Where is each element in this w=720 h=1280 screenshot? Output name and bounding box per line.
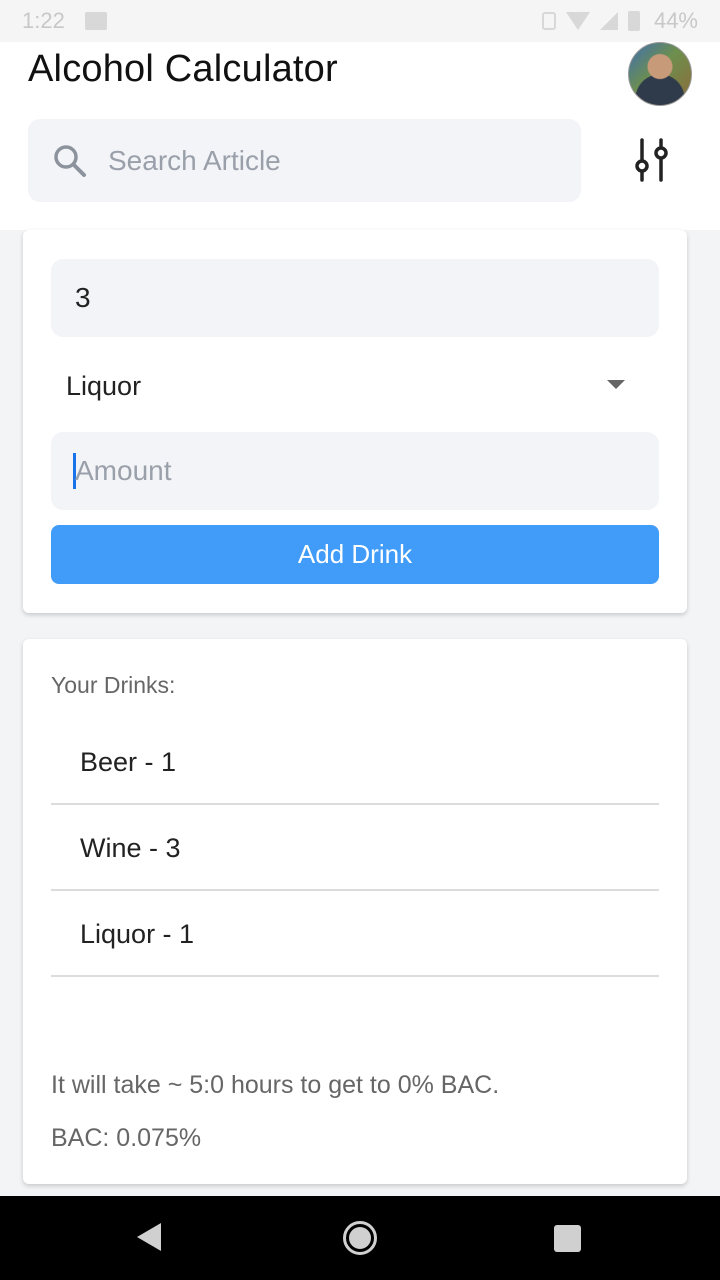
cell-signal-icon [599,12,618,30]
page-title: Alcohol Calculator [28,48,338,90]
amount-input[interactable] [73,454,633,488]
app-header: Alcohol Calculator [0,42,720,230]
add-drink-button[interactable]: Add Drink [51,525,659,584]
list-item[interactable]: Wine - 3 [51,805,659,891]
vibrate-icon [541,12,556,30]
image-notification-icon [84,12,107,30]
bac-value-text: BAC: 0.075% [51,1124,202,1152]
list-item[interactable]: Beer - 1 [51,719,659,805]
filter-button[interactable] [624,130,680,190]
system-nav-bar [0,1196,720,1280]
amount-field[interactable] [51,432,659,510]
search-icon [54,144,86,177]
drinks-heading: Your Drinks: [51,672,176,698]
quantity-input[interactable] [73,281,633,315]
back-triangle-icon[interactable] [137,1223,161,1251]
home-circle-icon[interactable] [343,1221,377,1255]
drink-type-value: Liquor [66,370,142,401]
quantity-field[interactable] [51,259,659,337]
list-item[interactable]: Liquor - 1 [51,891,659,977]
search-bar[interactable] [28,119,581,202]
drink-type-select[interactable]: Liquor [51,354,659,418]
sliders-icon [635,138,668,182]
status-icons: 44% [541,8,698,34]
battery-percent: 44% [653,8,698,33]
add-drink-card: Liquor Add Drink [23,230,687,613]
chevron-down-icon [607,380,625,389]
drinks-list: Beer - 1 Wine - 3 Liquor - 1 [51,719,659,977]
search-input[interactable] [106,143,546,178]
time-to-zero-text: It will take ~ 5:0 hours to get to 0% BA… [51,1071,500,1099]
wifi-icon [565,12,590,30]
status-time: 1:22 [22,8,65,33]
drinks-card: Your Drinks: Beer - 1 Wine - 3 Liquor - … [23,639,687,1184]
avatar[interactable] [628,42,692,106]
status-bar: 1:22 44% [0,0,720,42]
recent-square-icon[interactable] [554,1225,581,1252]
battery-icon [627,11,640,31]
